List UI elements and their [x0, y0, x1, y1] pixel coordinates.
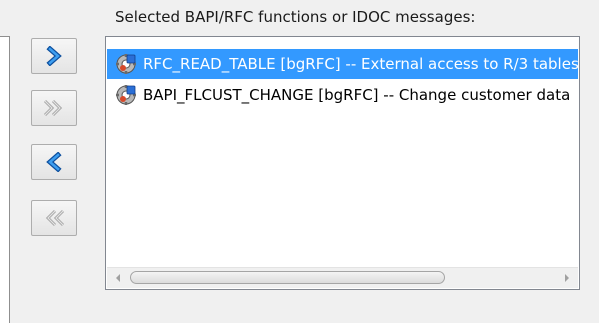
- double-chevron-left-icon: [41, 208, 67, 228]
- function-gear-icon: [115, 53, 137, 75]
- move-all-left-button[interactable]: [31, 200, 77, 236]
- available-list-edge: [0, 36, 10, 323]
- move-all-right-button[interactable]: [31, 90, 77, 126]
- scroll-right-arrow-icon[interactable]: [558, 268, 576, 288]
- selected-functions-list[interactable]: RFC_READ_TABLE [bgRFC] -- External acces…: [105, 36, 580, 290]
- selected-functions-label: Selected BAPI/RFC functions or IDOC mess…: [115, 8, 476, 26]
- move-selected-right-button[interactable]: [31, 38, 77, 74]
- list-item[interactable]: RFC_READ_TABLE [bgRFC] -- External acces…: [107, 49, 578, 79]
- list-item-label: RFC_READ_TABLE [bgRFC] -- External acces…: [143, 55, 578, 73]
- list-item-label: BAPI_FLCUST_CHANGE [bgRFC] -- Change cus…: [143, 86, 571, 104]
- double-chevron-right-icon: [41, 98, 67, 118]
- function-gear-icon: [115, 84, 137, 106]
- scroll-left-arrow-icon[interactable]: [109, 268, 127, 288]
- move-selected-left-button[interactable]: [31, 144, 77, 180]
- chevron-left-icon: [44, 152, 64, 172]
- chevron-right-icon: [44, 46, 64, 66]
- scrollbar-thumb[interactable]: [130, 271, 445, 284]
- list-item[interactable]: BAPI_FLCUST_CHANGE [bgRFC] -- Change cus…: [107, 80, 578, 110]
- horizontal-scrollbar[interactable]: [107, 267, 578, 288]
